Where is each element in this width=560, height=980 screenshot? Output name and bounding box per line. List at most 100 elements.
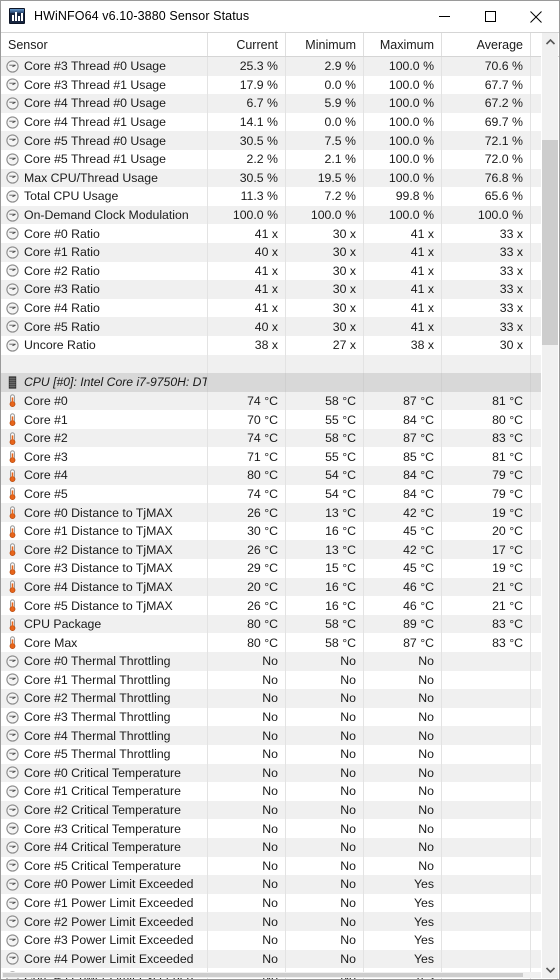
column-header-sensor[interactable]: Sensor [1,33,208,56]
sensor-maximum-cell: 42 °C [364,540,442,560]
chevron-down-icon [545,966,555,973]
sensor-table-row[interactable]: Core #1 Distance to TjMAX 30 °C 16 °C 45 °C… [1,521,558,541]
horizontal-scrollbar-thumb[interactable] [3,973,523,977]
sensor-table-row[interactable]: Core #3 Ratio 41 x 30 x 41 x 33 x [1,280,558,299]
sensor-maximum-cell: 46 °C [364,596,442,615]
sensor-name-label: Core #4 Thermal Throttling [24,728,171,743]
sensor-table-row[interactable]: Core #1 Power Limit Exceeded No No Yes [1,893,558,913]
sensor-table-row[interactable]: Core #5 Thread #1 Usage 2.2 % 2.1 % 100.0 %… [1,149,558,169]
sensor-table-row[interactable]: Core #5 Distance to TjMAX 26 °C 16 °C 46 °C… [1,596,558,615]
sensor-table-row[interactable]: Total CPU Usage 11.3 % 7.2 % 99.8 % 65.6 % [1,187,558,206]
sensor-current-cell: No [208,782,286,801]
sensor-table-row[interactable]: Core #4 Thread #0 Usage 6.7 % 5.9 % 100.0 %… [1,94,558,113]
sensor-minimum-cell: No [286,856,364,876]
sensor-table-row[interactable]: Core #1 Thermal Throttling No No No [1,670,558,690]
scroll-up-button[interactable] [542,33,558,50]
sensor-name-cell: On-Demand Clock Modulation [1,205,208,225]
sensor-table-row[interactable]: On-Demand Clock Modulation 100.0 % 100.0 %… [1,205,558,225]
column-header-average[interactable]: Average [442,33,531,56]
sensor-name-label: Core #5 Thread #0 Usage [24,133,166,148]
sensor-table-row[interactable]: Core #3 Distance to TjMAX 29 °C 15 °C 45 °C… [1,559,558,578]
column-header-current[interactable]: Current [208,33,286,56]
sensor-table-row[interactable]: Core #4 Distance to TjMAX 20 °C 16 °C 46 °C… [1,577,558,597]
sensor-minimum-cell: 0.0 % [286,112,364,132]
horizontal-scrollbar[interactable] [2,972,541,978]
column-header-maximum[interactable]: Maximum [364,33,442,56]
sensor-average-cell [442,856,531,876]
sensor-average-cell [442,893,531,913]
sensor-name-cell: Core #0 Distance to TjMAX [1,503,208,522]
sensor-table-row[interactable]: Core #0 74 °C 58 °C 87 °C 81 °C [1,391,558,411]
sensor-table-row[interactable]: Core #3 Thread #1 Usage 17.9 % 0.0 % 100.0 … [1,75,558,95]
sensor-maximum-cell: Yes [364,875,442,894]
sensor-table-row[interactable]: CPU Package 80 °C 58 °C 89 °C 83 °C [1,614,558,634]
sensor-average-cell: 21 °C [442,577,531,597]
sensor-table-row[interactable]: Core #2 Power Limit Exceeded No No Yes [1,912,558,931]
sensor-table-row[interactable]: Core #2 Critical Temperature No No No [1,800,558,820]
sensor-table-row[interactable]: Core #3 71 °C 55 °C 85 °C 81 °C [1,447,558,467]
sensor-table-row[interactable]: Core #1 Ratio 40 x 30 x 41 x 33 x [1,242,558,262]
sensor-average-cell [442,652,531,671]
sensor-table-row[interactable]: Core #5 Critical Temperature No No No [1,856,558,876]
sensor-table-row[interactable]: Core #4 Thread #1 Usage 14.1 % 0.0 % 100.0 … [1,112,558,132]
sensor-minimum-cell [286,373,364,392]
sensor-table-row[interactable]: Core Max 80 °C 58 °C 87 °C 83 °C [1,633,558,652]
sensor-name-label: Core #5 Ratio [24,319,100,334]
sensor-average-cell: 33 x [442,280,531,299]
sensor-table-row[interactable]: Core #2 74 °C 58 °C 87 °C 83 °C [1,428,558,448]
sensor-table-row[interactable]: Core #5 Thread #0 Usage 30.5 % 7.5 % 100.0 … [1,131,558,150]
sensor-table-row[interactable]: Core #3 Thermal Throttling No No No [1,707,558,727]
sensor-table-row[interactable]: Core #4 80 °C 54 °C 84 °C 79 °C [1,466,558,485]
sensor-minimum-cell: No [286,875,364,894]
minimize-button[interactable] [421,1,467,32]
sensor-table-row[interactable]: Core #3 Critical Temperature No No No [1,819,558,838]
sensor-name-label: Core #0 [24,393,68,408]
sensor-name-label: Core #1 Distance to TjMAX [24,524,173,539]
close-button[interactable] [513,1,559,32]
sensor-table-row[interactable]: Core #5 Ratio 40 x 30 x 41 x 33 x [1,317,558,336]
sensor-current-cell: No [208,912,286,931]
vertical-scrollbar[interactable] [541,33,558,978]
sensor-table-row[interactable]: Uncore Ratio 38 x 27 x 38 x 30 x [1,335,558,355]
maximize-icon [484,11,496,22]
sensor-table-row[interactable]: Core #4 Ratio 41 x 30 x 41 x 33 x [1,298,558,318]
sensor-table-row[interactable]: Core #1 Critical Temperature No No No [1,782,558,801]
sensor-table-row[interactable]: Core #5 Thermal Throttling No No No [1,744,558,764]
sensor-maximum-cell: No [364,744,442,764]
scrollbar-thumb[interactable] [542,140,558,345]
maximize-button[interactable] [467,1,513,32]
sensor-maximum-cell: 84 °C [364,484,442,504]
sensor-table-row[interactable]: Core #2 Thermal Throttling No No No [1,689,558,708]
sensor-table-row[interactable]: Core #2 Distance to TjMAX 26 °C 13 °C 42 °C… [1,540,558,560]
sensor-table-row[interactable]: Core #3 Thread #0 Usage 25.3 % 2.9 % 100.0 … [1,57,558,76]
sensor-name-label: Core #2 Ratio [24,263,100,278]
sensor-minimum-cell: 16 °C [286,521,364,541]
sensor-table-row[interactable]: Core #3 Power Limit Exceeded No No Yes [1,930,558,950]
sensor-minimum-cell: 30 x [286,224,364,243]
sensor-minimum-cell: 2.1 % [286,149,364,169]
sensor-maximum-cell: No [364,782,442,801]
sensor-table-row[interactable]: Core #4 Critical Temperature No No No [1,837,558,857]
scrollbar-track[interactable] [542,50,558,961]
sensor-table-row[interactable]: Max CPU/Thread Usage 30.5 % 19.5 % 100.0 % 7… [1,168,558,188]
sensor-current-cell: 30.5 % [208,131,286,150]
sensor-current-cell: 40 x [208,317,286,336]
sensor-group-header-row[interactable]: CPU [#0]: Intel Core i7-9750H: DTS [1,373,558,392]
sensor-table-row[interactable]: Core #4 Thermal Throttling No No No [1,726,558,745]
gauge-icon [6,915,19,928]
sensor-name-cell: Core #1 Critical Temperature [1,782,208,801]
sensor-table-row[interactable]: Core #2 Ratio 41 x 30 x 41 x 33 x [1,261,558,281]
scroll-down-button[interactable] [542,961,558,978]
sensor-table-row[interactable]: Core #0 Thermal Throttling No No No [1,652,558,671]
sensor-table-row[interactable]: Core #0 Power Limit Exceeded No No Yes [1,875,558,894]
sensor-table-row[interactable]: Core #0 Ratio 41 x 30 x 41 x 33 x [1,224,558,243]
sensor-table-row[interactable]: Core #0 Critical Temperature No No No [1,763,558,783]
sensor-table-row[interactable]: Core #5 74 °C 54 °C 84 °C 79 °C [1,484,558,504]
sensor-current-cell: 14.1 % [208,112,286,132]
sensor-table-row[interactable]: Core #4 Power Limit Exceeded No No Yes [1,949,558,969]
column-header-minimum[interactable]: Minimum [286,33,364,56]
sensor-table-row[interactable]: Core #0 Distance to TjMAX 26 °C 13 °C 42 °C… [1,503,558,522]
sensor-chart-icon [9,8,25,24]
sensor-table-row[interactable]: Core #1 70 °C 55 °C 84 °C 80 °C [1,410,558,429]
sensor-minimum-cell: 30 x [286,280,364,299]
